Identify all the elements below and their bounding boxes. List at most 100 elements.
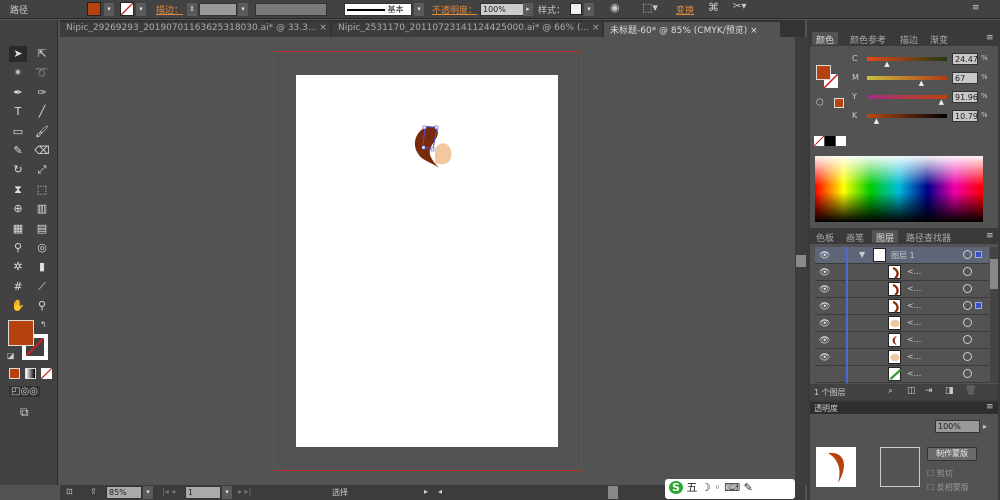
target-icon[interactable]	[963, 318, 972, 327]
white-swatch[interactable]	[836, 136, 846, 146]
ime-toolbar[interactable]: S 五 ☽ ◦ ⌨ ✎	[665, 479, 795, 499]
object-name[interactable]: <...	[907, 352, 921, 361]
document-tab[interactable]: Nipic_29269293_20190701163625318030.ai* …	[60, 22, 330, 37]
graphic-style-swatch[interactable]	[570, 3, 582, 15]
channel-slider[interactable]	[867, 95, 947, 99]
paintbrush-tool[interactable]: 🖌	[33, 124, 51, 140]
scale-tool[interactable]: ⤢	[33, 162, 51, 178]
locate-object-icon[interactable]: ⌕	[888, 386, 893, 396]
status-menu-icon[interactable]: ▸	[424, 487, 428, 496]
layer-row[interactable]: 👁 ▼ 图层 1	[815, 247, 989, 264]
screen-mode-icon[interactable]: ⧉	[20, 405, 29, 420]
gradient-mode-icon[interactable]	[25, 368, 36, 379]
align-icon[interactable]: ⬚▾	[642, 1, 658, 14]
panel-menu-icon[interactable]: ≡	[972, 3, 980, 13]
slider-handle[interactable]: ▲	[919, 79, 924, 87]
artboard-dropdown[interactable]: ▾	[222, 486, 232, 499]
style-dropdown[interactable]: ▾	[584, 3, 594, 16]
pen-tool[interactable]: ✒	[9, 85, 27, 101]
share-icon[interactable]: ⇪	[90, 487, 97, 496]
eye-icon[interactable]: 👁	[819, 319, 830, 329]
artboard[interactable]	[296, 75, 558, 447]
stroke-label[interactable]: 描边：	[156, 3, 183, 16]
target-icon[interactable]	[963, 250, 972, 259]
eye-icon[interactable]: 👁	[819, 353, 830, 363]
expand-icon[interactable]: ▼	[859, 250, 865, 259]
stroke-weight-stepper[interactable]: ⇕	[187, 3, 197, 16]
target-icon[interactable]	[963, 335, 972, 344]
transform-link[interactable]: 变换	[676, 3, 694, 16]
panel-menu-icon[interactable]: ≡	[986, 231, 994, 241]
rotate-tool[interactable]: ↻	[9, 162, 27, 178]
sublayer-row[interactable]: <...	[815, 366, 989, 383]
slice-tool[interactable]: ⟋	[33, 279, 51, 295]
stroke-dropdown[interactable]: ▾	[136, 3, 146, 16]
object-name[interactable]: <...	[907, 369, 921, 378]
stroke-swatch[interactable]	[120, 2, 134, 16]
selection-indicator[interactable]	[975, 302, 982, 309]
free-transform-tool[interactable]: ⬚	[33, 182, 51, 198]
object-name[interactable]: <...	[907, 318, 921, 327]
magic-wand-tool[interactable]: ✴	[9, 65, 27, 81]
invert-mask-checkbox[interactable]: ☐ 反相蒙版	[927, 482, 969, 493]
tab-color-guide[interactable]: 颜色参考	[846, 32, 890, 46]
none-swatch[interactable]	[814, 136, 824, 146]
column-graph-tool[interactable]: ▮	[33, 259, 51, 275]
panel-menu-icon[interactable]: ≡	[986, 402, 994, 412]
zoom-tool[interactable]: ⚲	[33, 298, 51, 314]
fill-dropdown[interactable]: ▾	[104, 3, 114, 16]
scroll-thumb[interactable]	[796, 255, 806, 267]
prev-artboard-icon[interactable]: |◂ ◂	[162, 487, 175, 496]
sublayer-row[interactable]: 👁 <...	[815, 298, 989, 315]
line-segment-tool[interactable]: ╱	[33, 104, 51, 120]
channel-slider[interactable]	[867, 57, 947, 61]
artboard-tool[interactable]: #	[9, 279, 27, 295]
close-icon[interactable]: ×	[319, 23, 327, 33]
panel-fill-swatch[interactable]	[816, 65, 831, 80]
clipping-mask-icon[interactable]: ◫	[907, 386, 916, 396]
hair-illustration[interactable]	[411, 123, 466, 178]
swap-colors-icon[interactable]: ↰	[40, 320, 47, 329]
tab-brushes[interactable]: 画笔	[842, 230, 868, 244]
clip-checkbox[interactable]: ☐ 剪切	[927, 468, 953, 479]
stroke-weight-input[interactable]	[199, 3, 237, 16]
color-spectrum[interactable]	[815, 156, 983, 222]
eye-icon[interactable]: 👁	[819, 268, 830, 278]
brush-definition[interactable]: 基本	[344, 3, 412, 16]
layers-scrollbar[interactable]	[990, 247, 998, 383]
new-sublayer-icon[interactable]: ⇥	[925, 386, 933, 396]
width-tool[interactable]: ⧗	[9, 182, 27, 198]
sublayer-row[interactable]: 👁 <...	[815, 281, 989, 298]
tab-layers[interactable]: 图层	[872, 230, 899, 244]
pencil-tool[interactable]: ✎	[9, 143, 27, 159]
object-name[interactable]: <...	[907, 335, 921, 344]
sublayer-row[interactable]: 👁 <...	[815, 349, 989, 366]
scroll-left-icon[interactable]: ◂	[438, 487, 442, 496]
channel-value-input[interactable]: 10.79	[952, 110, 978, 122]
transparency-title[interactable]: 透明度	[814, 403, 838, 414]
stroke-weight-dropdown[interactable]: ▾	[238, 3, 248, 16]
horizontal-scroll-thumb[interactable]	[608, 486, 618, 499]
slider-handle[interactable]: ▲	[874, 117, 879, 125]
document-tab[interactable]: Nipic_2531170_20110723141124425000.ai* @…	[332, 22, 602, 37]
none-mode-icon[interactable]	[41, 368, 52, 379]
face-shape[interactable]	[435, 143, 452, 165]
isolate-icon[interactable]: ⌘	[708, 1, 719, 14]
eyedropper-tool[interactable]: ⚲	[9, 240, 27, 256]
target-icon[interactable]	[963, 352, 972, 361]
artboard-number-input[interactable]: 1	[185, 486, 221, 499]
object-name[interactable]: <...	[907, 267, 921, 276]
channel-value-input[interactable]: 67	[952, 72, 978, 84]
zoom-input[interactable]: 85%	[106, 486, 142, 499]
curvature-tool[interactable]: ✑	[33, 85, 51, 101]
opacity-label[interactable]: 不透明度：	[432, 3, 477, 16]
blend-tool[interactable]: ◎	[33, 240, 51, 256]
object-name[interactable]: <...	[907, 284, 921, 293]
symbol-sprayer-tool[interactable]: ✲	[9, 259, 27, 275]
new-layer-icon[interactable]: ◨	[945, 386, 954, 396]
delete-icon[interactable]: 🗑	[965, 386, 976, 396]
fill-swatch[interactable]	[87, 2, 101, 16]
channel-value-input[interactable]: 24.47	[952, 53, 978, 65]
close-icon[interactable]: ×	[592, 23, 600, 33]
type-tool[interactable]: T	[9, 104, 27, 120]
